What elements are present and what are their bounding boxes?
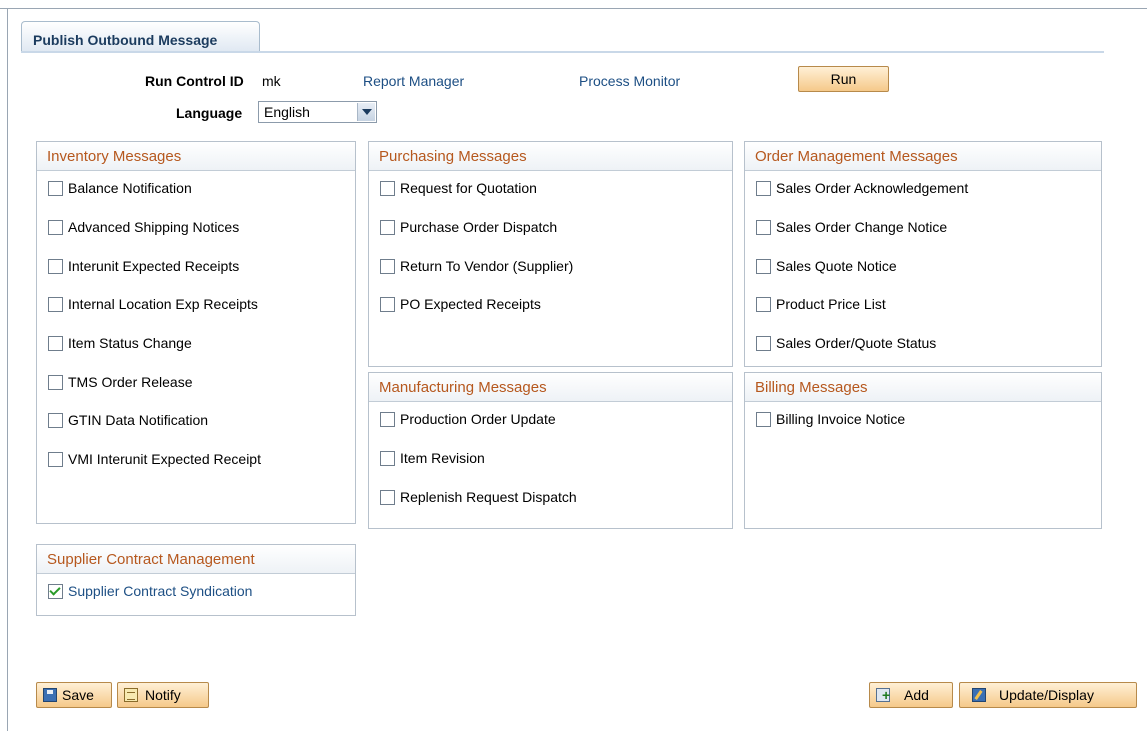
- checkbox-box[interactable]: [48, 259, 63, 274]
- order-management-messages-group: Order Management Messages Sales Order Ac…: [744, 141, 1102, 367]
- checkbox-label: Billing Invoice Notice: [776, 411, 906, 427]
- checkbox-box[interactable]: [756, 297, 771, 312]
- checkbox-label: Balance Notification: [68, 180, 192, 196]
- checkbox-label: Replenish Request Dispatch: [400, 489, 577, 505]
- run-control-id-value: mk: [262, 73, 281, 89]
- checkbox-box[interactable]: [48, 452, 63, 467]
- checkbox-label: Sales Order/Quote Status: [776, 335, 937, 351]
- notify-button-label: Notify: [145, 687, 181, 703]
- checkbox-box-checked[interactable]: [48, 584, 63, 599]
- tab-publish-outbound-message[interactable]: Publish Outbound Message: [21, 21, 260, 52]
- checkbox-box[interactable]: [756, 181, 771, 196]
- frame-left-border: [7, 8, 8, 731]
- checkbox-box[interactable]: [380, 451, 395, 466]
- inventory-messages-group: Inventory Messages Balance Notification …: [36, 141, 356, 524]
- checkbox-label: GTIN Data Notification: [68, 412, 209, 428]
- process-monitor-link[interactable]: Process Monitor: [579, 73, 680, 89]
- frame-top-border: [0, 8, 1147, 9]
- checkbox-label: Advanced Shipping Notices: [68, 219, 240, 235]
- update-display-button[interactable]: Update/Display: [959, 682, 1137, 708]
- checkbox-box[interactable]: [48, 336, 63, 351]
- checkbox-box[interactable]: [48, 413, 63, 428]
- checkbox-label: Production Order Update: [400, 411, 556, 427]
- checkbox-label: Sales Order Change Notice: [776, 219, 948, 235]
- checkbox-box[interactable]: [48, 181, 63, 196]
- run-control-id-label: Run Control ID: [145, 73, 244, 89]
- save-button-label: Save: [62, 687, 94, 703]
- billing-messages-group: Billing Messages Billing Invoice Notice: [744, 372, 1102, 529]
- group-title: Purchasing Messages: [369, 142, 732, 171]
- checkbox-box[interactable]: [380, 412, 395, 427]
- checkbox-box[interactable]: [756, 336, 771, 351]
- purchasing-messages-group: Purchasing Messages Request for Quotatio…: [368, 141, 733, 367]
- checkbox-box[interactable]: [48, 297, 63, 312]
- run-button[interactable]: Run: [798, 66, 889, 92]
- checkbox-label: Sales Order Acknowledgement: [776, 180, 969, 196]
- language-select[interactable]: English: [258, 101, 377, 123]
- report-manager-link[interactable]: Report Manager: [363, 73, 464, 89]
- checkbox-label: Sales Quote Notice: [776, 258, 897, 274]
- checkbox-box[interactable]: [380, 220, 395, 235]
- checkbox-label: Product Price List: [776, 296, 886, 312]
- group-title: Billing Messages: [745, 373, 1101, 402]
- checkbox-label: Supplier Contract Syndication: [68, 583, 253, 599]
- checkbox-label: Item Status Change: [68, 335, 192, 351]
- checkbox-box[interactable]: [756, 220, 771, 235]
- checkbox-label: PO Expected Receipts: [400, 296, 541, 312]
- checkbox-label: Internal Location Exp Receipts: [68, 296, 258, 312]
- checkbox-box[interactable]: [380, 259, 395, 274]
- save-icon: [43, 688, 57, 702]
- update-display-button-label: Update/Display: [999, 687, 1094, 703]
- add-button-label: Add: [904, 687, 929, 703]
- chevron-down-icon[interactable]: [357, 103, 375, 121]
- checkbox-box[interactable]: [380, 490, 395, 505]
- save-button[interactable]: Save: [36, 682, 112, 708]
- update-display-icon: [972, 688, 986, 702]
- group-title: Manufacturing Messages: [369, 373, 732, 402]
- checkbox-label: Interunit Expected Receipts: [68, 258, 240, 274]
- checkbox-label: Purchase Order Dispatch: [400, 219, 558, 235]
- language-label: Language: [176, 105, 243, 121]
- checkbox-box[interactable]: [48, 220, 63, 235]
- notify-icon: [124, 688, 138, 702]
- checkbox-box[interactable]: [756, 412, 771, 427]
- add-button[interactable]: Add: [869, 682, 953, 708]
- checkbox-box[interactable]: [380, 181, 395, 196]
- supplier-contract-management-group: Supplier Contract Management Supplier Co…: [36, 544, 356, 616]
- add-icon: [876, 683, 890, 707]
- checkbox-box[interactable]: [48, 375, 63, 390]
- group-title: Order Management Messages: [745, 142, 1101, 171]
- group-title: Supplier Contract Management: [37, 545, 355, 574]
- manufacturing-messages-group: Manufacturing Messages Production Order …: [368, 372, 733, 529]
- notify-button[interactable]: Notify: [117, 682, 209, 708]
- checkbox-label: Return To Vendor (Supplier): [400, 258, 574, 274]
- checkbox-label: VMI Interunit Expected Receipt: [68, 451, 261, 467]
- tab-underline: [21, 51, 1104, 53]
- checkbox-box[interactable]: [756, 259, 771, 274]
- checkbox-label: Request for Quotation: [400, 180, 537, 196]
- checkbox-box[interactable]: [380, 297, 395, 312]
- language-selected-value: English: [264, 104, 310, 120]
- checkbox-label: TMS Order Release: [68, 374, 193, 390]
- group-title: Inventory Messages: [37, 142, 355, 171]
- checkbox-label: Item Revision: [400, 450, 485, 466]
